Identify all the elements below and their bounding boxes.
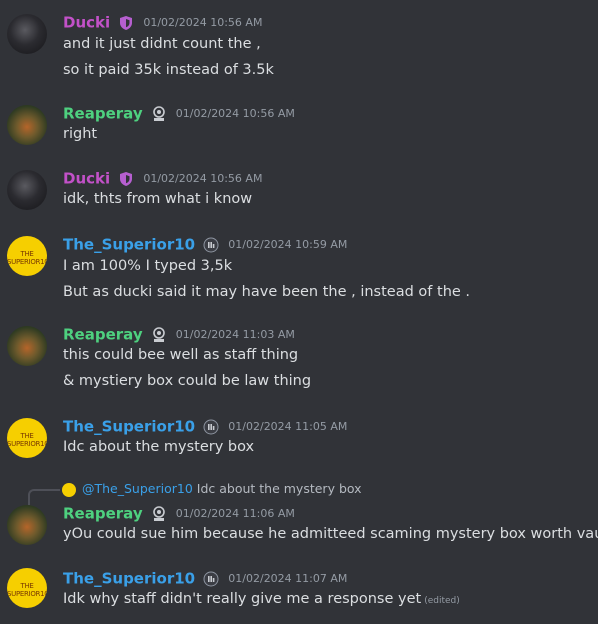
avatar-text: THE SUPERIOR10 (7, 432, 47, 448)
message-header: Reaperay 01/02/2024 11:06 AM (63, 503, 295, 523)
avatar[interactable] (7, 170, 47, 210)
username[interactable]: Reaperay (63, 505, 143, 523)
server-tag-icon (203, 419, 219, 434)
message-header: Ducki 01/02/2024 10:56 AM (63, 168, 262, 188)
message-text: Idk why staff didn't really give me a re… (63, 591, 422, 607)
timestamp[interactable]: 01/02/2024 10:59 AM (228, 238, 347, 251)
timestamp[interactable]: 01/02/2024 10:56 AM (143, 16, 262, 29)
server-tag-icon (203, 237, 219, 252)
avatar[interactable]: THE SUPERIOR10 (7, 236, 47, 276)
reply-username[interactable]: @The_Superior10 (82, 481, 193, 496)
rcc-server-tag-icon (152, 105, 165, 121)
timestamp[interactable]: 01/02/2024 11:03 AM (176, 328, 295, 341)
username[interactable]: The_Superior10 (63, 236, 195, 254)
message-line: and it just didnt count the , (63, 36, 261, 52)
message-line: right (63, 126, 98, 142)
reply-avatar (62, 482, 76, 497)
reply-connector (28, 489, 60, 505)
message-header: The_Superior10 01/02/2024 11:07 AM (63, 568, 347, 588)
message-line: & mystiery box could be law thing (63, 373, 312, 389)
timestamp[interactable]: 01/02/2024 10:56 AM (143, 172, 262, 185)
username[interactable]: Reaperay (63, 326, 143, 344)
message-line: so it paid 35k instead of 3.5k (63, 62, 274, 78)
avatar-text: THE SUPERIOR10 (7, 250, 47, 266)
timestamp[interactable]: 01/02/2024 11:05 AM (228, 420, 347, 433)
timestamp[interactable]: 01/02/2024 11:06 AM (176, 507, 295, 520)
message-line: I am 100% I typed 3,5k (63, 258, 233, 274)
message-feed: Ducki 01/02/2024 10:56 AM and it just di… (0, 0, 598, 624)
username[interactable]: Reaperay (63, 105, 143, 123)
reply-text[interactable]: Idc about the mystery box (197, 481, 362, 496)
avatar[interactable] (7, 326, 47, 366)
edited-label[interactable]: (edited) (424, 596, 460, 606)
message-header: Reaperay 01/02/2024 10:56 AM (63, 103, 295, 123)
avatar[interactable]: THE SUPERIOR10 (7, 568, 47, 608)
message-header: The_Superior10 01/02/2024 11:05 AM (63, 416, 347, 436)
avatar[interactable] (7, 505, 47, 545)
shield-badge-icon (120, 15, 133, 30)
avatar[interactable] (7, 14, 47, 54)
avatar[interactable]: THE SUPERIOR10 (7, 418, 47, 458)
shield-badge-icon (120, 171, 133, 186)
timestamp[interactable]: 01/02/2024 11:07 AM (228, 572, 347, 585)
message-header: The_Superior10 01/02/2024 10:59 AM (63, 234, 347, 254)
reply-preview[interactable]: @The_Superior10 Idc about the mystery bo… (28, 481, 362, 505)
message-line: yOu could sue him because he admitteed s… (63, 526, 598, 542)
username[interactable]: Ducki (63, 14, 110, 32)
timestamp[interactable]: 01/02/2024 10:56 AM (176, 107, 295, 120)
message-line: Idk why staff didn't really give me a re… (63, 591, 460, 607)
message-line: Idc about the mystery box (63, 439, 255, 455)
server-tag-icon (203, 571, 219, 586)
message-line: this could bee well as staff thing (63, 347, 299, 363)
username[interactable]: Ducki (63, 170, 110, 188)
message-header: Ducki 01/02/2024 10:56 AM (63, 12, 262, 32)
message-header: Reaperay 01/02/2024 11:03 AM (63, 324, 295, 344)
rcc-server-tag-icon (152, 505, 165, 521)
avatar[interactable] (7, 105, 47, 145)
username[interactable]: The_Superior10 (63, 418, 195, 436)
username[interactable]: The_Superior10 (63, 570, 195, 588)
message-line: But as ducki said it may have been the ,… (63, 284, 471, 300)
rcc-server-tag-icon (152, 326, 165, 342)
avatar-text: THE SUPERIOR10 (7, 582, 47, 598)
message-line: idk, thts from what i know (63, 191, 253, 207)
